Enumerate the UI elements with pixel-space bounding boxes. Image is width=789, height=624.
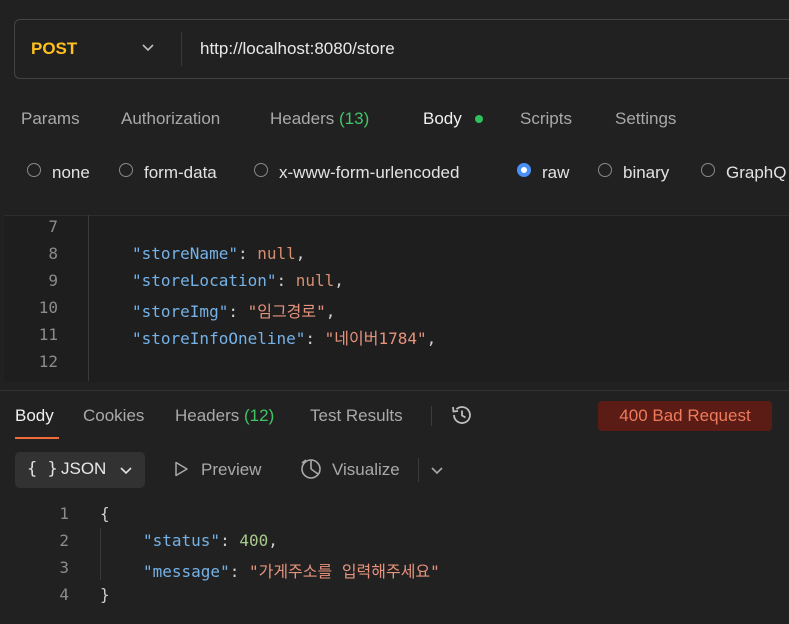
line-number: 1 [59, 504, 69, 523]
tab-settings[interactable]: Settings [615, 109, 676, 129]
code-line: } [100, 585, 110, 604]
radio-none-label[interactable]: none [52, 163, 90, 183]
radio-raw-label[interactable]: raw [542, 163, 569, 183]
line-number: 7 [48, 217, 58, 236]
radio-urlencoded-label[interactable]: x-www-form-urlencoded [279, 163, 459, 183]
status-badge[interactable]: 400 Bad Request [598, 401, 772, 431]
response-tab-headers-label: Headers [175, 406, 240, 425]
line-number: 9 [48, 271, 58, 290]
url-bar: POST http://localhost:8080/store [14, 19, 789, 79]
divider [181, 32, 182, 66]
json-key: "storeLocation" [132, 271, 277, 290]
request-body-editor[interactable] [4, 215, 789, 382]
tab-headers[interactable]: Headers (13) [270, 109, 369, 129]
code-line: "storeName": null, [132, 244, 306, 263]
indent-guide [100, 528, 101, 580]
format-label: JSON [61, 459, 107, 478]
json-key: "storeInfoOneline" [132, 329, 306, 348]
tab-scripts[interactable]: Scripts [520, 109, 572, 129]
active-tab-underline [15, 437, 59, 439]
divider [431, 406, 432, 426]
curly-braces-icon: { } [27, 459, 58, 479]
code-line: "storeInfoOneline": "네이버1784", [132, 329, 437, 348]
radio-raw[interactable] [517, 163, 531, 177]
radio-graphql[interactable] [701, 163, 715, 177]
radio-urlencoded[interactable] [254, 163, 268, 177]
response-tab-headers[interactable]: Headers (12) [175, 406, 274, 426]
pane-divider[interactable] [0, 390, 789, 391]
visualize-icon[interactable] [298, 456, 324, 482]
radio-none[interactable] [27, 163, 41, 177]
tab-body[interactable]: Body [423, 109, 462, 129]
json-key: "storeName" [132, 244, 238, 263]
code-line: { [100, 504, 110, 523]
code-line: "message": "가게주소를 입력해주세요" [143, 562, 440, 581]
radio-binary[interactable] [598, 163, 612, 177]
format-select[interactable]: { } JSON [15, 452, 145, 488]
response-tab-body[interactable]: Body [15, 406, 54, 426]
response-tab-headers-count: (12) [244, 406, 275, 425]
chevron-down-icon [120, 467, 132, 475]
gutter-line [88, 215, 89, 381]
json-value: "가게주소를 입력해주세요" [248, 562, 440, 581]
preview-button[interactable]: Preview [201, 460, 261, 480]
json-value: "임그경로" [247, 302, 326, 321]
code-line: "storeLocation": null, [132, 271, 344, 290]
preview-icon[interactable] [172, 460, 190, 478]
json-key: "storeImg" [132, 302, 229, 321]
radio-binary-label[interactable]: binary [623, 163, 669, 183]
line-number: 4 [59, 585, 69, 604]
json-key: "status" [143, 531, 221, 550]
code-line: "storeImg": "임그경로", [132, 302, 336, 321]
radio-graphql-label[interactable]: GraphQ [726, 163, 786, 183]
method-select[interactable]: POST [31, 39, 77, 59]
tab-authorization[interactable]: Authorization [121, 109, 220, 129]
json-value: null [257, 244, 296, 263]
response-tab-test-results[interactable]: Test Results [310, 406, 403, 426]
url-input[interactable]: http://localhost:8080/store [200, 39, 395, 59]
radio-form-data[interactable] [119, 163, 133, 177]
tab-params[interactable]: Params [21, 109, 80, 129]
json-key: "message" [143, 562, 230, 581]
response-tab-cookies[interactable]: Cookies [83, 406, 144, 426]
json-value: 400 [239, 531, 269, 550]
chevron-down-icon[interactable] [430, 463, 444, 477]
tab-headers-label: Headers [270, 109, 335, 128]
visualize-button[interactable]: Visualize [332, 460, 400, 480]
line-number: 12 [38, 352, 58, 371]
divider [418, 458, 419, 482]
line-number: 2 [59, 531, 69, 550]
tab-headers-count: (13) [339, 109, 370, 128]
line-number: 10 [38, 298, 58, 317]
line-number: 11 [38, 325, 58, 344]
radio-form-data-label[interactable]: form-data [144, 163, 217, 183]
line-number: 8 [48, 244, 58, 263]
chevron-down-icon[interactable] [141, 40, 155, 54]
history-icon[interactable] [449, 402, 475, 428]
json-value: "네이버1784" [324, 329, 427, 348]
code-line: "status": 400, [143, 531, 278, 550]
line-number: 3 [59, 558, 69, 577]
body-modified-dot [475, 115, 483, 123]
json-value: null [295, 271, 335, 290]
